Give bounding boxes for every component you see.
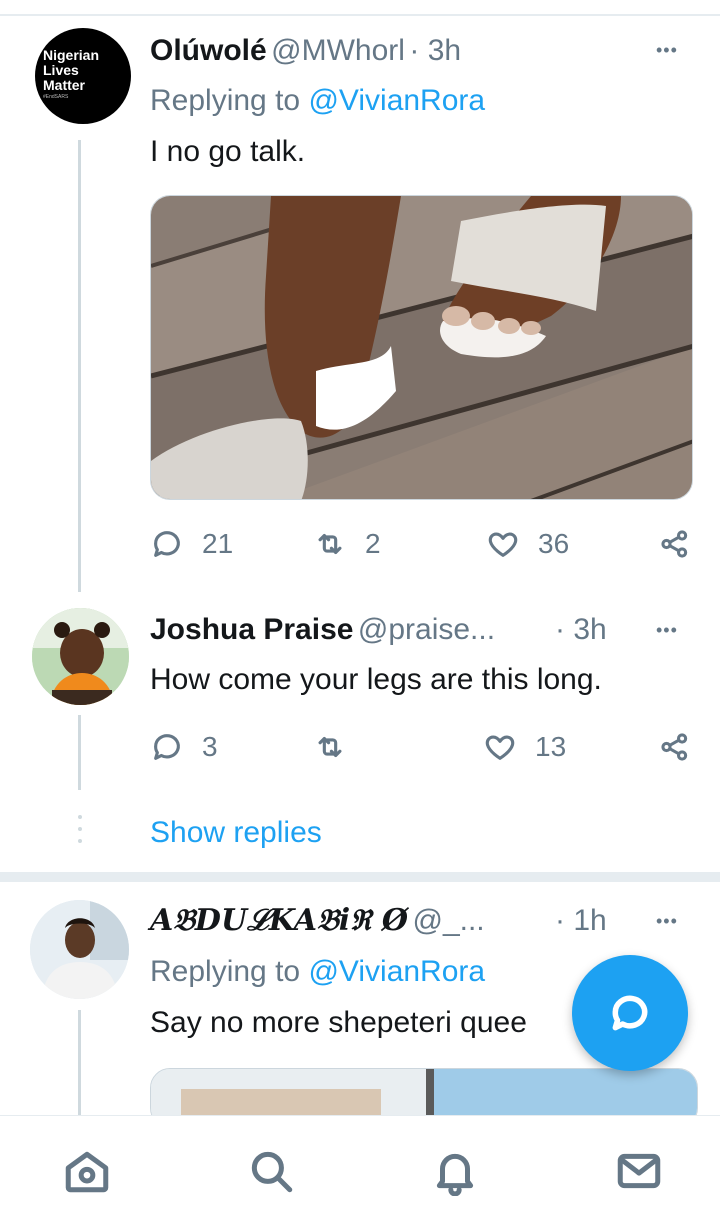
compose-reply-icon xyxy=(612,995,648,1031)
home-icon xyxy=(65,1151,109,1193)
replying-to: Replying to @VivianRora xyxy=(150,955,485,989)
top-divider xyxy=(0,14,720,16)
replying-to-link[interactable]: @VivianRora xyxy=(308,84,485,117)
user-handle[interactable]: @_... xyxy=(412,904,484,937)
tweet-header: Olúwolé @MWhorl · 3h xyxy=(150,34,461,73)
avatar-hashtag: #EndSARS xyxy=(43,94,69,100)
notifications-icon xyxy=(436,1153,474,1197)
retweet-count: 2 xyxy=(365,528,381,559)
tweet-text: I no go talk. xyxy=(150,135,306,168)
nav-home[interactable] xyxy=(62,1146,112,1196)
tweet-header: Joshua Praise @praise... xyxy=(150,613,495,652)
tweet-image[interactable] xyxy=(150,195,693,500)
share-button[interactable] xyxy=(658,727,692,767)
like-count: 36 xyxy=(538,528,570,559)
tweet-time: · 1h xyxy=(555,904,607,937)
tweet-time: · 3h xyxy=(555,613,607,646)
tweet-time: · 3h xyxy=(409,34,462,67)
avatar-text-line: Matter xyxy=(43,77,86,93)
reply-count: 3 xyxy=(202,731,218,762)
nav-notifications[interactable] xyxy=(430,1146,480,1197)
conversation-divider xyxy=(0,872,720,882)
thread-line xyxy=(78,715,81,790)
reply-count: 21 xyxy=(202,528,234,559)
avatar[interactable]: Nigerian Lives Matter #EndSARS xyxy=(35,28,131,124)
tweet-actions: 21 2 36 xyxy=(150,524,695,564)
reply-icon xyxy=(154,734,180,760)
avatar[interactable] xyxy=(30,900,129,999)
more-options-button[interactable]: ••• xyxy=(656,620,678,640)
retweet-button[interactable] xyxy=(313,727,347,767)
tweet-header: A𝔅DUℒKA𝔅iℜ Ø @_... xyxy=(150,904,485,943)
display-name[interactable]: Olúwolé xyxy=(150,34,267,67)
display-name[interactable]: Joshua Praise xyxy=(150,613,353,646)
search-icon xyxy=(251,1151,293,1193)
reply-icon xyxy=(154,531,180,557)
retweet-icon xyxy=(318,736,342,758)
user-handle[interactable]: @MWhorl xyxy=(271,34,405,67)
avatar-text-line: Lives xyxy=(43,62,79,78)
thread-dots xyxy=(78,815,82,851)
show-replies-link[interactable]: Show replies xyxy=(150,815,322,851)
user-handle[interactable]: @praise... xyxy=(358,613,495,646)
like-button[interactable]: 13 xyxy=(483,727,566,767)
tweet-actions: 3 13 xyxy=(150,727,695,767)
nav-messages[interactable] xyxy=(614,1146,664,1196)
replying-to-label: Replying to xyxy=(150,955,309,988)
heart-icon xyxy=(488,532,518,557)
more-options-button[interactable]: ••• xyxy=(656,911,678,931)
avatar-photo xyxy=(32,608,129,705)
sandals-photo xyxy=(151,196,692,499)
avatar-photo xyxy=(30,900,129,999)
bottom-navigation xyxy=(0,1115,720,1220)
replying-to-link[interactable]: @VivianRora xyxy=(308,955,485,988)
share-icon xyxy=(661,530,688,558)
thread-line xyxy=(78,140,81,592)
like-button[interactable]: 36 xyxy=(486,524,569,564)
like-count: 13 xyxy=(535,731,567,762)
more-options-button[interactable]: ••• xyxy=(656,40,678,60)
reply-button[interactable]: 3 xyxy=(150,727,218,767)
avatar-text-line: Nigerian xyxy=(43,47,100,63)
avatar[interactable] xyxy=(32,608,129,705)
share-icon xyxy=(661,733,688,761)
reply-button[interactable]: 21 xyxy=(150,524,233,564)
share-button[interactable] xyxy=(658,524,692,564)
tweet-text: Say no more shepeteri quee xyxy=(150,1006,527,1039)
messages-icon xyxy=(617,1153,661,1189)
display-name[interactable]: A𝔅DUℒKA𝔅iℜ Ø xyxy=(150,903,408,938)
heart-icon xyxy=(485,735,515,760)
nav-search[interactable] xyxy=(246,1146,296,1196)
compose-reply-button[interactable] xyxy=(572,955,688,1071)
retweet-button[interactable]: 2 xyxy=(313,524,381,564)
replying-to: Replying to @VivianRora xyxy=(150,84,485,118)
thread-line xyxy=(78,1010,81,1115)
tweet-text: How come your legs are this long. xyxy=(150,663,602,696)
replying-to-label: Replying to xyxy=(150,84,309,117)
retweet-icon xyxy=(318,533,342,555)
